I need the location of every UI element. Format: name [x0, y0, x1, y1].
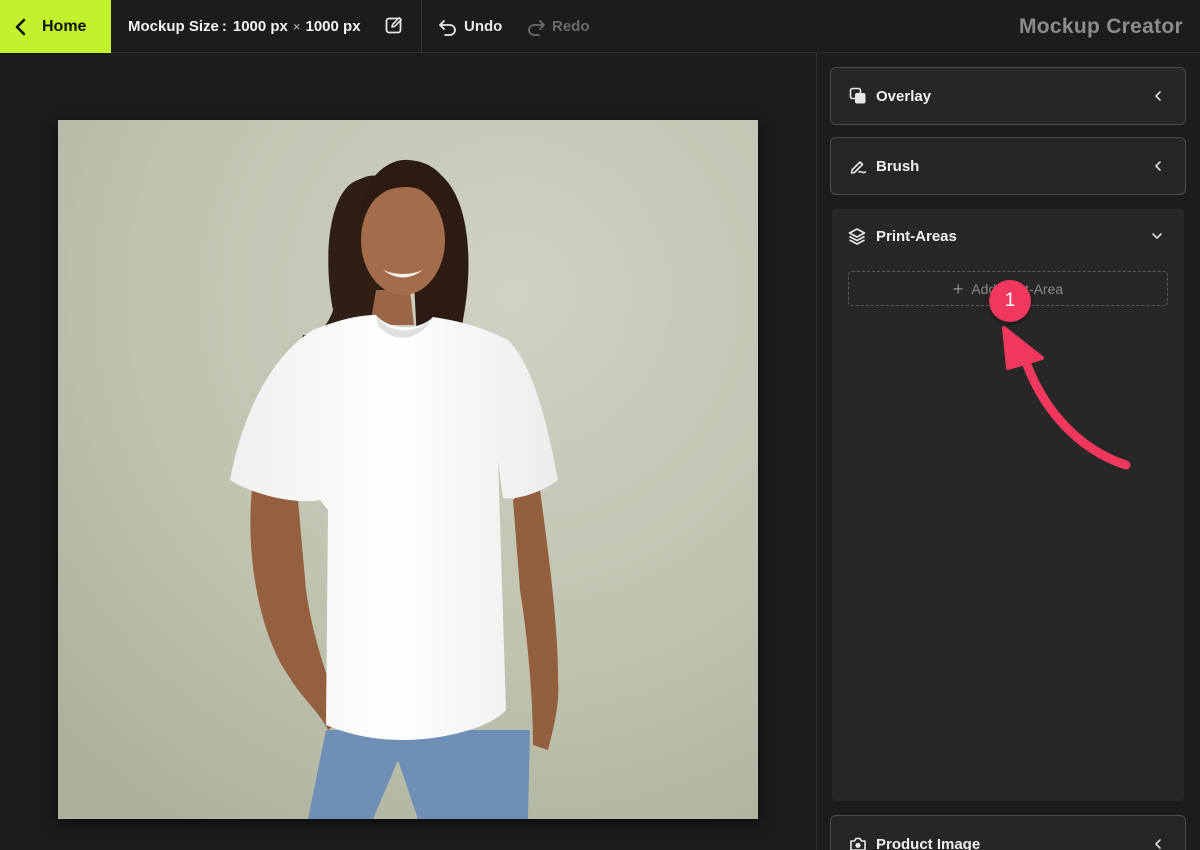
undo-button[interactable]: Undo: [438, 0, 502, 53]
undo-label: Undo: [464, 18, 503, 35]
overlay-label: Overlay: [876, 87, 932, 105]
brush-section-header[interactable]: Brush: [830, 137, 1186, 195]
edit-icon[interactable]: [384, 15, 404, 35]
layers-copy-icon: [849, 87, 867, 105]
times-sign: ×: [292, 19, 301, 34]
product-image-section-header[interactable]: Product Image: [830, 815, 1186, 850]
home-button[interactable]: Home: [0, 0, 111, 53]
chevron-left-icon: [15, 18, 26, 35]
app-title: Mockup Creator: [1018, 14, 1183, 38]
panel-divider: [816, 53, 817, 850]
camera-icon: [849, 835, 867, 850]
print-areas-section-header[interactable]: Print-Areas: [832, 209, 1184, 263]
mockup-size-display: Mockup Size: 1000 px × 1000 px: [128, 18, 361, 35]
chevron-left-icon: [1155, 91, 1161, 101]
tshirt-model-photo: [58, 120, 758, 819]
stack-icon: [848, 227, 866, 245]
redo-icon: [528, 19, 545, 36]
chevron-down-icon: [1152, 233, 1162, 239]
chevron-left-icon: [1155, 161, 1161, 171]
brush-label: Brush: [876, 157, 920, 175]
redo-button[interactable]: Redo: [526, 0, 590, 53]
mockup-canvas-image[interactable]: [58, 120, 758, 819]
brush-icon: [849, 157, 867, 175]
step-number-badge: 1: [989, 280, 1031, 322]
mockup-size-label: Mockup Size: [128, 18, 219, 35]
overlay-section-header[interactable]: Overlay: [830, 67, 1186, 125]
chevron-left-icon: [1155, 839, 1161, 849]
mockup-height: 1000 px: [305, 18, 361, 35]
print-areas-label: Print-Areas: [876, 227, 957, 245]
top-toolbar: Home Mockup Size: 1000 px × 1000 px Undo…: [0, 0, 1200, 53]
home-label: Home: [42, 17, 87, 35]
mockup-width: 1000 px: [232, 18, 288, 35]
toolbar-divider: [421, 0, 422, 53]
undo-icon: [439, 19, 456, 36]
plus-icon: +: [952, 278, 964, 299]
redo-label: Redo: [552, 18, 590, 35]
product-image-label: Product Image: [876, 835, 981, 850]
